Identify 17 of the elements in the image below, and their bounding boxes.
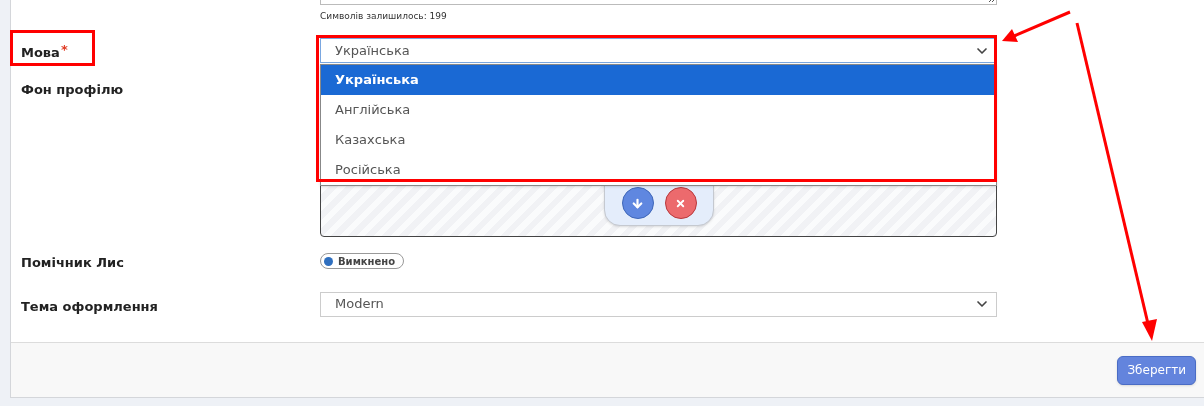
- select-field[interactable]: Українська: [320, 38, 997, 63]
- delete-button[interactable]: [664, 187, 697, 219]
- toggle-knob: [324, 256, 333, 266]
- save-button[interactable]: Зберегти: [1117, 355, 1196, 385]
- arrow-down-icon: [631, 196, 644, 210]
- dropdown-option[interactable]: Українська: [321, 65, 996, 95]
- field-label: Фон профілю: [21, 81, 124, 99]
- field-label: Мова: [21, 44, 60, 62]
- close-icon: [675, 197, 686, 209]
- toggle-switch[interactable]: Вимкнено: [320, 253, 405, 269]
- annotation-arrow: [1002, 10, 1071, 42]
- download-button[interactable]: [621, 187, 654, 219]
- required-mark: *: [60, 43, 68, 56]
- field-label: Тема оформлення: [21, 297, 158, 316]
- select-field[interactable]: Modern: [320, 291, 997, 317]
- field-label: Помічник Лис: [21, 254, 124, 272]
- char-counter: Символів залишилось: 199: [320, 10, 447, 22]
